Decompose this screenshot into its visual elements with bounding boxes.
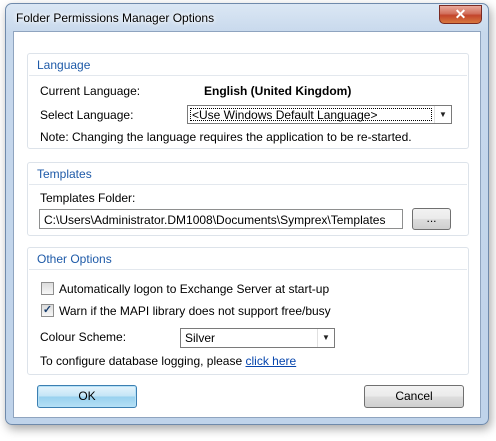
templates-folder-label: Templates Folder: <box>40 191 136 205</box>
templates-group: Templates Templates Folder: C:\Users\Adm… <box>27 162 469 236</box>
title-bar[interactable]: Folder Permissions Manager Options ✕ <box>6 4 488 32</box>
cancel-button[interactable]: Cancel <box>364 385 464 408</box>
language-group: Language Current Language: English (Unit… <box>27 53 469 149</box>
current-language-label: Current Language: <box>40 84 141 98</box>
language-select-value: <Use Windows Default Language> <box>192 108 378 122</box>
auto-logon-checkbox[interactable] <box>41 282 54 295</box>
templates-group-title: Templates <box>37 167 92 181</box>
close-icon: ✕ <box>454 6 467 22</box>
language-group-title: Language <box>37 58 91 72</box>
current-language-value: English (United Kingdom) <box>204 84 352 98</box>
ok-button[interactable]: OK <box>37 385 137 408</box>
other-options-group-title: Other Options <box>37 252 112 266</box>
browse-button-label: ... <box>426 211 437 225</box>
language-note: Note: Changing the language requires the… <box>40 130 412 144</box>
chevron-down-icon[interactable]: ▼ <box>434 106 451 123</box>
mapi-warn-checkbox[interactable]: ✓ <box>41 304 54 317</box>
ok-button-label: OK <box>78 389 96 403</box>
logging-link[interactable]: click here <box>246 354 297 368</box>
colour-scheme-select[interactable]: Silver ▼ <box>180 328 335 348</box>
divider <box>29 184 467 185</box>
select-language-label: Select Language: <box>40 108 134 122</box>
browse-button[interactable]: ... <box>412 208 451 230</box>
templates-folder-value: C:\Users\Administrator.DM1008\Documents\… <box>44 213 386 227</box>
templates-folder-input[interactable]: C:\Users\Administrator.DM1008\Documents\… <box>39 209 403 229</box>
colour-scheme-value: Silver <box>185 331 216 345</box>
divider <box>29 75 467 76</box>
window-title: Folder Permissions Manager Options <box>16 11 215 25</box>
close-button[interactable]: ✕ <box>439 5 482 24</box>
logging-text-label: To configure database logging, please <box>40 354 243 368</box>
mapi-warn-label[interactable]: Warn if the MAPI library does not suppor… <box>59 304 331 318</box>
auto-logon-label[interactable]: Automatically logon to Exchange Server a… <box>59 282 329 296</box>
chevron-down-icon[interactable]: ▼ <box>317 329 334 347</box>
logging-text: To configure database logging, please cl… <box>40 354 296 368</box>
language-select[interactable]: <Use Windows Default Language> ▼ <box>187 105 452 124</box>
colour-scheme-label: Colour Scheme: <box>40 330 127 344</box>
checkmark-icon: ✓ <box>42 304 53 316</box>
divider <box>29 269 467 270</box>
cancel-button-label: Cancel <box>395 389 433 403</box>
options-dialog: Folder Permissions Manager Options ✕ Lan… <box>5 3 489 425</box>
other-options-group: Other Options Automatically logon to Exc… <box>27 247 469 375</box>
dialog-content: Language Current Language: English (Unit… <box>13 31 481 418</box>
